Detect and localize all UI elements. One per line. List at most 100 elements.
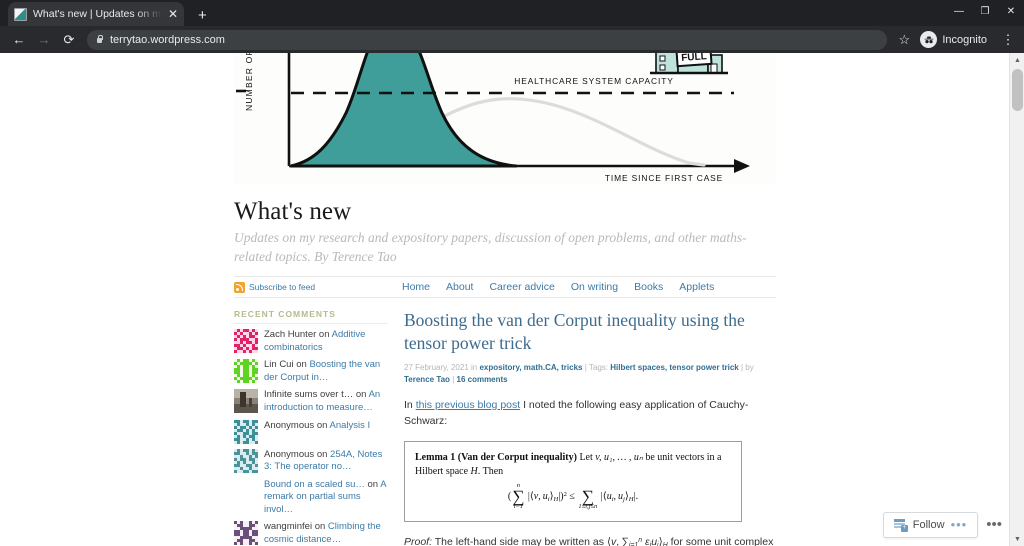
subscribe-label: Subscribe to feed: [249, 282, 316, 293]
scroll-up-icon[interactable]: ▲: [1010, 53, 1024, 67]
list-item[interactable]: Anonymous on Analysis I: [234, 419, 388, 444]
svg-text:FULL: FULL: [681, 53, 707, 64]
browser-toolbar: ← → ⟳ terrytao.wordpress.com ☆ Incognito…: [0, 26, 1024, 53]
lemma-hilbert-space: H: [470, 466, 478, 478]
scroll-down-icon[interactable]: ▼: [1010, 532, 1024, 546]
comment-text: Lin Cui on Boosting the van der Corput i…: [264, 359, 388, 384]
lhs-sum-symbol: n ∑ i=1: [512, 482, 525, 511]
post-comments-count[interactable]: 16 comments: [457, 375, 508, 384]
browser-tab[interactable]: What's new | Updates on my res ✕: [8, 2, 184, 26]
rhs-sum-lower: 1≤i,j≤n: [578, 503, 598, 511]
proof-label: Proof:: [404, 535, 433, 546]
back-icon[interactable]: ←: [7, 29, 31, 51]
comment-text: Infinite sums over t… on An introduction…: [264, 389, 388, 414]
list-item[interactable]: Lin Cui on Boosting the van der Corput i…: [234, 359, 388, 384]
more-options-icon[interactable]: •••: [986, 518, 1002, 532]
list-item[interactable]: Anonymous on 254A, Notes 3: The operator…: [234, 448, 388, 474]
url-text: terrytao.wordpress.com: [110, 33, 225, 46]
meta-sep-2: |: [740, 363, 744, 373]
svg-text:HEALTHCARE SYSTEM CAPACITY: HEALTHCARE SYSTEM CAPACITY: [514, 76, 673, 86]
nav-item-career-advice[interactable]: Career advice: [489, 281, 554, 293]
maximize-window-button[interactable]: ❐: [972, 0, 998, 22]
previous-blog-post-link[interactable]: this previous blog post: [416, 399, 520, 411]
proof-formula-1: ⟨v, ∑i=1n εiui⟩H: [606, 535, 668, 546]
meta-sep-3: |: [452, 375, 455, 385]
lock-icon: [96, 35, 104, 44]
list-item[interactable]: Zach Hunter on Additive combinatorics: [234, 329, 388, 354]
lemma-box: Lemma 1 (Van der Corput inequality) Let …: [404, 441, 742, 522]
post-tags[interactable]: Hilbert spaces, tensor power trick: [610, 363, 739, 372]
list-item[interactable]: Infinite sums over t… on An introduction…: [234, 389, 388, 414]
page-viewport: NUMBER OF CA HEALTHCARE SYSTEM CAPACITY: [0, 53, 1024, 546]
nav-item-about[interactable]: About: [446, 281, 473, 293]
page-scrollbar[interactable]: ▲ ▼: [1009, 53, 1024, 546]
comment-author: Zach Hunter: [264, 329, 317, 341]
content-area: RECENT COMMENTS Zach Hunter on Additive …: [234, 309, 780, 546]
comment-on-word: on: [318, 329, 330, 341]
site-description: Updates on my research and expository pa…: [234, 230, 747, 265]
meta-by-word: by: [745, 363, 754, 373]
site-navigation: Subscribe to feed Home About Career advi…: [234, 276, 776, 299]
recent-comments-heading: RECENT COMMENTS: [234, 309, 388, 325]
comment-text: Bound on a scaled su… on A remark on par…: [264, 479, 388, 517]
rhs-sum-symbol: ∑ 1≤i,j≤n: [578, 486, 598, 511]
close-tab-icon[interactable]: ✕: [168, 8, 178, 20]
post-title[interactable]: Boosting the van der Corput inequality u…: [404, 309, 780, 354]
list-item[interactable]: wangminfei on Climbing the cosmic distan…: [234, 521, 388, 546]
nav-item-on-writing[interactable]: On writing: [571, 281, 618, 293]
rss-icon: [234, 281, 245, 293]
comment-text: wangminfei on Climbing the cosmic distan…: [264, 521, 388, 546]
post-date: 27 February, 2021: [404, 363, 469, 373]
comment-post-link[interactable]: Analysis I: [330, 420, 371, 431]
scrollbar-thumb[interactable]: [1012, 69, 1023, 111]
intro-before: In: [404, 398, 416, 411]
lhs-sum-lower: i=1: [513, 503, 524, 511]
main-post: Boosting the van der Corput inequality u…: [398, 309, 780, 546]
list-item[interactable]: Bound on a scaled su… on A remark on par…: [234, 479, 388, 517]
proof-text-1: The left-hand side may be written as: [434, 535, 605, 546]
post-categories[interactable]: expository, math.CA, tricks: [479, 363, 582, 372]
nav-item-home[interactable]: Home: [402, 281, 430, 293]
subscribe-to-feed-link[interactable]: Subscribe to feed: [234, 281, 402, 293]
post-author[interactable]: Terence Tao: [404, 375, 450, 384]
tab-strip: What's new | Updates on my res ✕ + — ❐ ✕: [0, 0, 1024, 26]
svg-text:TIME SINCE FIRST CASE: TIME SINCE FIRST CASE: [605, 173, 723, 183]
wordpress-follow-bar: + Follow ••• •••: [882, 512, 1002, 538]
address-bar[interactable]: terrytao.wordpress.com: [87, 29, 888, 50]
lemma-statement-1: Let: [579, 452, 593, 464]
comment-text: Zach Hunter on Additive combinatorics: [264, 329, 388, 354]
browser-menu-icon[interactable]: ⋮: [999, 33, 1017, 46]
close-window-button[interactable]: ✕: [998, 0, 1024, 22]
post-intro: In this previous blog post I noted the f…: [404, 398, 780, 430]
comment-on-word: on: [316, 419, 328, 431]
flatten-the-curve-graphic: NUMBER OF CA HEALTHCARE SYSTEM CAPACITY: [234, 53, 776, 185]
nav-item-applets[interactable]: Applets: [679, 281, 714, 293]
proof-paragraph: Proof: The left-hand side may be written…: [404, 534, 780, 546]
meta-sep-1: |: [584, 363, 587, 373]
comment-author: Lin Cui: [264, 359, 294, 371]
tags-label: Tags:: [588, 363, 608, 373]
minimize-window-button[interactable]: —: [946, 0, 972, 22]
comment-author: Anonymous: [264, 448, 315, 460]
reload-icon[interactable]: ⟳: [57, 29, 81, 51]
follow-button[interactable]: + Follow •••: [882, 512, 979, 538]
nav-item-books[interactable]: Books: [634, 281, 663, 293]
page-column: NUMBER OF CA HEALTHCARE SYSTEM CAPACITY: [234, 53, 780, 546]
avatar: [234, 521, 258, 546]
avatar: [234, 359, 258, 384]
avatar: [234, 389, 258, 414]
lemma-vars: v, u₁, … , uₙ: [595, 452, 643, 464]
avatar: [234, 329, 258, 354]
forward-icon[interactable]: →: [32, 29, 56, 51]
new-tab-button[interactable]: +: [198, 8, 207, 23]
comment-author: wangminfei: [264, 521, 313, 533]
comment-author[interactable]: Bound on a scaled su…: [264, 479, 365, 490]
incognito-indicator[interactable]: Incognito: [917, 30, 996, 50]
lemma-formula: (n ∑ i=1 |⟨v, ui⟩H|)2 ≤ ∑ 1≤i,j≤n |⟨ui, uj⟩…: [507, 482, 639, 511]
incognito-label: Incognito: [942, 33, 987, 46]
lemma-heading: Lemma 1 (Van der Corput inequality): [415, 452, 577, 464]
bookmark-star-icon[interactable]: ☆: [892, 29, 916, 51]
comment-on-word: on: [367, 478, 379, 490]
post-meta: 27 February, 2021 in expository, math.CA…: [404, 362, 780, 387]
svg-text:NUMBER OF CA: NUMBER OF CA: [244, 53, 254, 111]
